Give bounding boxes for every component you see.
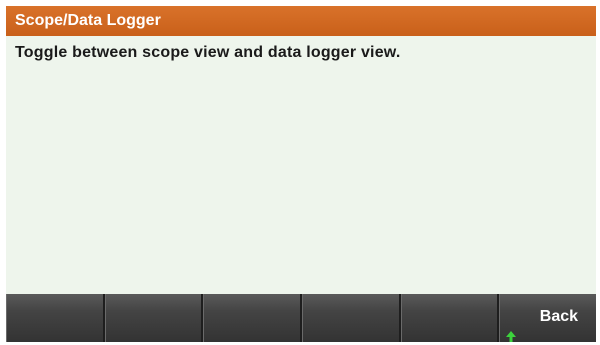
back-button[interactable]: Back xyxy=(499,294,596,342)
softkey-2[interactable] xyxy=(104,294,204,342)
page-title: Scope/Data Logger xyxy=(6,6,596,36)
help-screen: Scope/Data Logger Toggle between scope v… xyxy=(6,6,596,342)
softkey-bar: Back xyxy=(6,294,596,342)
softkey-5[interactable] xyxy=(400,294,500,342)
help-description: Toggle between scope view and data logge… xyxy=(15,44,401,61)
back-button-label: Back xyxy=(539,308,579,325)
softkey-4[interactable] xyxy=(302,294,401,342)
softkey-3[interactable] xyxy=(203,294,303,342)
up-arrow-icon xyxy=(506,331,517,342)
softkey-1[interactable] xyxy=(6,294,105,342)
